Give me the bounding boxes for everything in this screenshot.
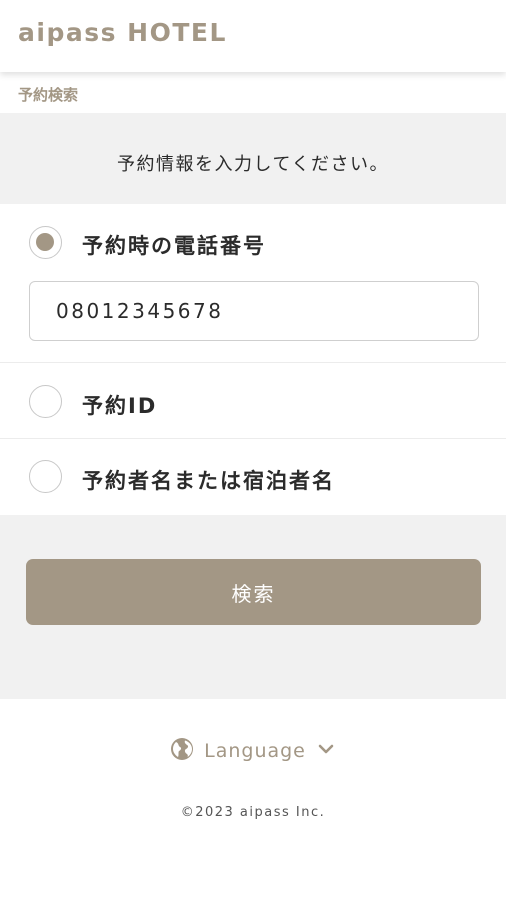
search-button[interactable]: 検索 xyxy=(26,559,481,625)
instruction-text: 予約情報を入力してください。 xyxy=(117,154,389,175)
instruction-band: 予約情報を入力してください。 xyxy=(0,113,506,204)
action-band: 検索 xyxy=(0,515,506,699)
language-selector[interactable]: Language xyxy=(0,736,506,766)
option-label-reservation-id[interactable]: 予約ID xyxy=(82,390,157,420)
globe-icon xyxy=(170,737,194,765)
option-label-phone-number[interactable]: 予約時の電話番号 xyxy=(82,230,266,260)
copyright-text: ©2023 aipass Inc. xyxy=(180,805,326,820)
option-guest-name[interactable]: 予約者名または宿泊者名 xyxy=(0,439,506,515)
phone-number-input[interactable] xyxy=(29,281,479,341)
language-label[interactable]: Language xyxy=(204,740,306,762)
radio-reservation-id[interactable] xyxy=(29,385,62,418)
hotel-logo[interactable]: aipass HOTEL xyxy=(18,18,227,47)
breadcrumb: 予約検索 xyxy=(18,86,79,104)
option-label-guest-name[interactable]: 予約者名または宿泊者名 xyxy=(82,465,335,495)
chevron-down-icon[interactable] xyxy=(316,739,336,763)
app-header: aipass HOTEL xyxy=(0,0,506,72)
radio-phone-number[interactable] xyxy=(29,226,62,259)
option-reservation-id[interactable]: 予約ID xyxy=(0,363,506,439)
radio-guest-name[interactable] xyxy=(29,460,62,493)
